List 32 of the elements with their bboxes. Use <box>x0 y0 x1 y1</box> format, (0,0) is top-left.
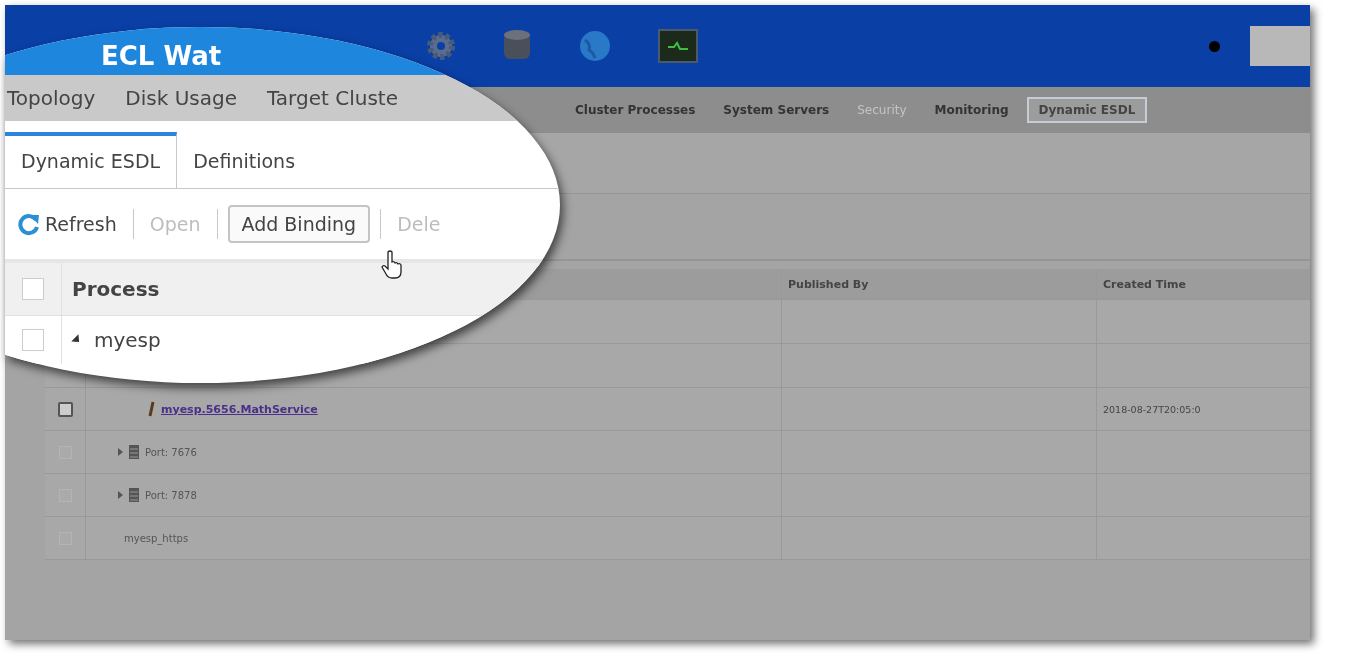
refresh-button[interactable]: Refresh <box>11 208 123 240</box>
tab[interactable]: Definitions <box>177 132 312 188</box>
refresh-icon <box>17 212 41 236</box>
row-checkbox[interactable] <box>57 401 73 417</box>
port-label: Port: 7676 <box>145 446 197 458</box>
binding-label: myesp_https <box>124 532 189 544</box>
nav-tab[interactable]: Dynamic ESDL <box>1026 97 1148 123</box>
app-title: ECL Wat <box>101 41 222 73</box>
status-dot-icon <box>1209 40 1220 52</box>
nav-tab[interactable]: Monitoring <box>924 99 1019 121</box>
add-binding-button[interactable]: Add Binding <box>227 205 371 243</box>
nav-tab[interactable]: Target Cluste <box>266 86 398 110</box>
nav-tab[interactable]: Cluster Processes <box>565 99 706 121</box>
port-label: Port: 7878 <box>145 489 197 501</box>
nav-tab[interactable]: System Servers <box>713 99 840 121</box>
nav-tab[interactable]: Topology <box>7 86 96 110</box>
process-name: myesp <box>94 328 161 352</box>
column-header[interactable]: Published By <box>782 269 1097 299</box>
gear-icon[interactable] <box>425 30 457 62</box>
service-link[interactable]: myesp.5656.MathService <box>161 402 318 416</box>
server-icon <box>128 487 140 503</box>
column-header[interactable]: Created Time <box>1097 269 1307 299</box>
monitor-icon[interactable] <box>658 29 698 63</box>
tab[interactable]: Dynamic ESDL <box>5 132 178 188</box>
service-icon <box>148 401 156 417</box>
header-field[interactable] <box>1250 26 1310 66</box>
select-all-checkbox[interactable] <box>22 278 44 300</box>
server-icon <box>128 444 140 460</box>
hand-cursor-icon <box>381 250 405 280</box>
nav-tab[interactable]: Disk Usage <box>125 86 237 110</box>
globe-icon[interactable] <box>577 28 613 64</box>
created-time: 2018-08-27T20:05:0 <box>1103 403 1201 415</box>
